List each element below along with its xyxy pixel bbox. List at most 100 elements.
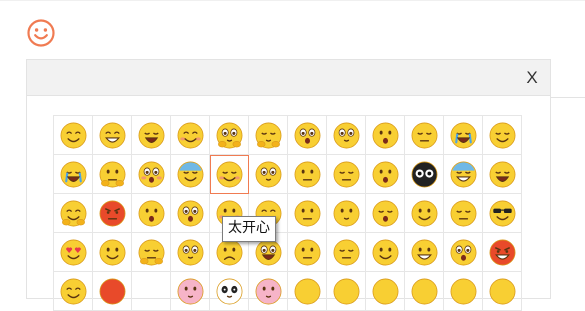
emoji-cold-sweat-icon: [177, 161, 203, 187]
emoji-cell[interactable]: [132, 155, 171, 194]
emoji-broken-heart-icon: [99, 278, 125, 304]
emoji-cell[interactable]: [93, 116, 132, 155]
emoji-cell[interactable]: [288, 272, 327, 311]
emoji-laugh-icon: [138, 122, 164, 148]
emoji-cell[interactable]: [444, 194, 483, 233]
emoji-cell[interactable]: [171, 194, 210, 233]
emoji-cell[interactable]: [132, 194, 171, 233]
emoji-cell[interactable]: [483, 233, 522, 272]
emoji-cell[interactable]: [171, 116, 210, 155]
emoji-cell[interactable]: [366, 194, 405, 233]
emoji-cell[interactable]: [405, 116, 444, 155]
emoji-cell[interactable]: [327, 272, 366, 311]
emoji-blush-smile-icon: [177, 122, 203, 148]
emoji-side-eye-icon: [294, 200, 320, 226]
emoji-think-icon: [99, 161, 125, 187]
emoji-dark-eyes-icon: [411, 161, 437, 187]
emoji-cell[interactable]: [288, 116, 327, 155]
emoji-cell[interactable]: [171, 233, 210, 272]
emoji-cell[interactable]: [366, 233, 405, 272]
emoji-gesture-c-icon: [372, 278, 398, 304]
emoji-trigger-button[interactable]: [26, 18, 56, 48]
emoji-cell[interactable]: [483, 272, 522, 311]
emoji-cell[interactable]: [405, 194, 444, 233]
emoji-cell[interactable]: [132, 116, 171, 155]
emoji-grid: [53, 115, 522, 311]
emoji-stare-icon: [333, 122, 359, 148]
emoji-smirk-icon: [372, 239, 398, 265]
emoji-cell[interactable]: [366, 272, 405, 311]
emoji-cell[interactable]: [210, 155, 249, 194]
emoji-shh-icon: [255, 122, 281, 148]
smiley-outline-icon: [27, 19, 55, 47]
emoji-cell[interactable]: [132, 233, 171, 272]
emoji-cell[interactable]: [249, 155, 288, 194]
emoji-gesture-a-icon: [294, 278, 320, 304]
emoji-cell[interactable]: [444, 155, 483, 194]
emoji-cover-face-icon: [216, 122, 242, 148]
emoji-cell[interactable]: [288, 194, 327, 233]
emoji-cell[interactable]: [444, 233, 483, 272]
emoji-cell[interactable]: [327, 194, 366, 233]
emoji-panel: X: [26, 59, 551, 311]
emoji-cell[interactable]: [288, 155, 327, 194]
emoji-hug-icon: [60, 200, 86, 226]
emoji-tired-icon: [450, 200, 476, 226]
emoji-swirl-icon: [177, 239, 203, 265]
emoji-panel-header: X: [27, 60, 550, 96]
emoji-pout-icon: [411, 122, 437, 148]
emoji-angry-icon: [99, 200, 125, 226]
emoji-empty-icon: [137, 277, 166, 306]
emoji-cell[interactable]: [288, 233, 327, 272]
emoji-cell[interactable]: [366, 116, 405, 155]
emoji-cell[interactable]: [483, 116, 522, 155]
emoji-smile-icon: [60, 122, 86, 148]
emoji-cell[interactable]: [93, 155, 132, 194]
emoji-cell[interactable]: [54, 272, 93, 311]
emoji-panda-icon: [216, 278, 242, 304]
emoji-cell[interactable]: [327, 155, 366, 194]
emoji-cell[interactable]: [54, 233, 93, 272]
emoji-cell[interactable]: [405, 233, 444, 272]
emoji-cell[interactable]: [444, 116, 483, 155]
emoji-money-icon: [411, 200, 437, 226]
emoji-cell[interactable]: [327, 116, 366, 155]
emoji-meh-icon: [333, 239, 359, 265]
emoji-cell[interactable]: [54, 116, 93, 155]
close-button[interactable]: X: [520, 66, 544, 90]
emoji-cell[interactable]: [366, 155, 405, 194]
emoji-cell[interactable]: [483, 194, 522, 233]
emoji-cell[interactable]: [93, 272, 132, 311]
emoji-cell[interactable]: [405, 155, 444, 194]
emoji-cell[interactable]: [210, 116, 249, 155]
emoji-partial-smile-icon: [60, 278, 86, 304]
emoji-content-icon: [489, 122, 515, 148]
emoji-cell[interactable]: [93, 233, 132, 272]
emoji-cell[interactable]: [54, 194, 93, 233]
emoji-cell[interactable]: [171, 272, 210, 311]
emoji-cell[interactable]: [249, 116, 288, 155]
emoji-gasp-icon: [372, 161, 398, 187]
emoji-cell[interactable]: [93, 194, 132, 233]
emoji-wide-eyes-icon: [255, 161, 281, 187]
emoji-cool-icon: [489, 200, 515, 226]
emoji-cell[interactable]: [210, 272, 249, 311]
emoji-cell[interactable]: [327, 233, 366, 272]
emoji-gesture-d-icon: [411, 278, 437, 304]
emoji-question-icon: [138, 200, 164, 226]
emoji-badge-icon: [411, 239, 437, 265]
emoji-cell[interactable]: [249, 272, 288, 311]
emoji-very-happy-icon: [216, 161, 242, 187]
emoji-cell: [132, 272, 171, 311]
emoji-cell[interactable]: [405, 272, 444, 311]
emoji-cell[interactable]: [54, 155, 93, 194]
emoji-sick-icon: [138, 239, 164, 265]
emoji-cell[interactable]: [171, 155, 210, 194]
emoji-freezing-icon: [450, 161, 476, 187]
emoji-shocked-icon: [294, 122, 320, 148]
emoji-bunny-icon: [255, 278, 281, 304]
top-divider: [0, 0, 585, 1]
emoji-cell[interactable]: [444, 272, 483, 311]
emoji-sleepy-icon: [372, 200, 398, 226]
emoji-cell[interactable]: [483, 155, 522, 194]
